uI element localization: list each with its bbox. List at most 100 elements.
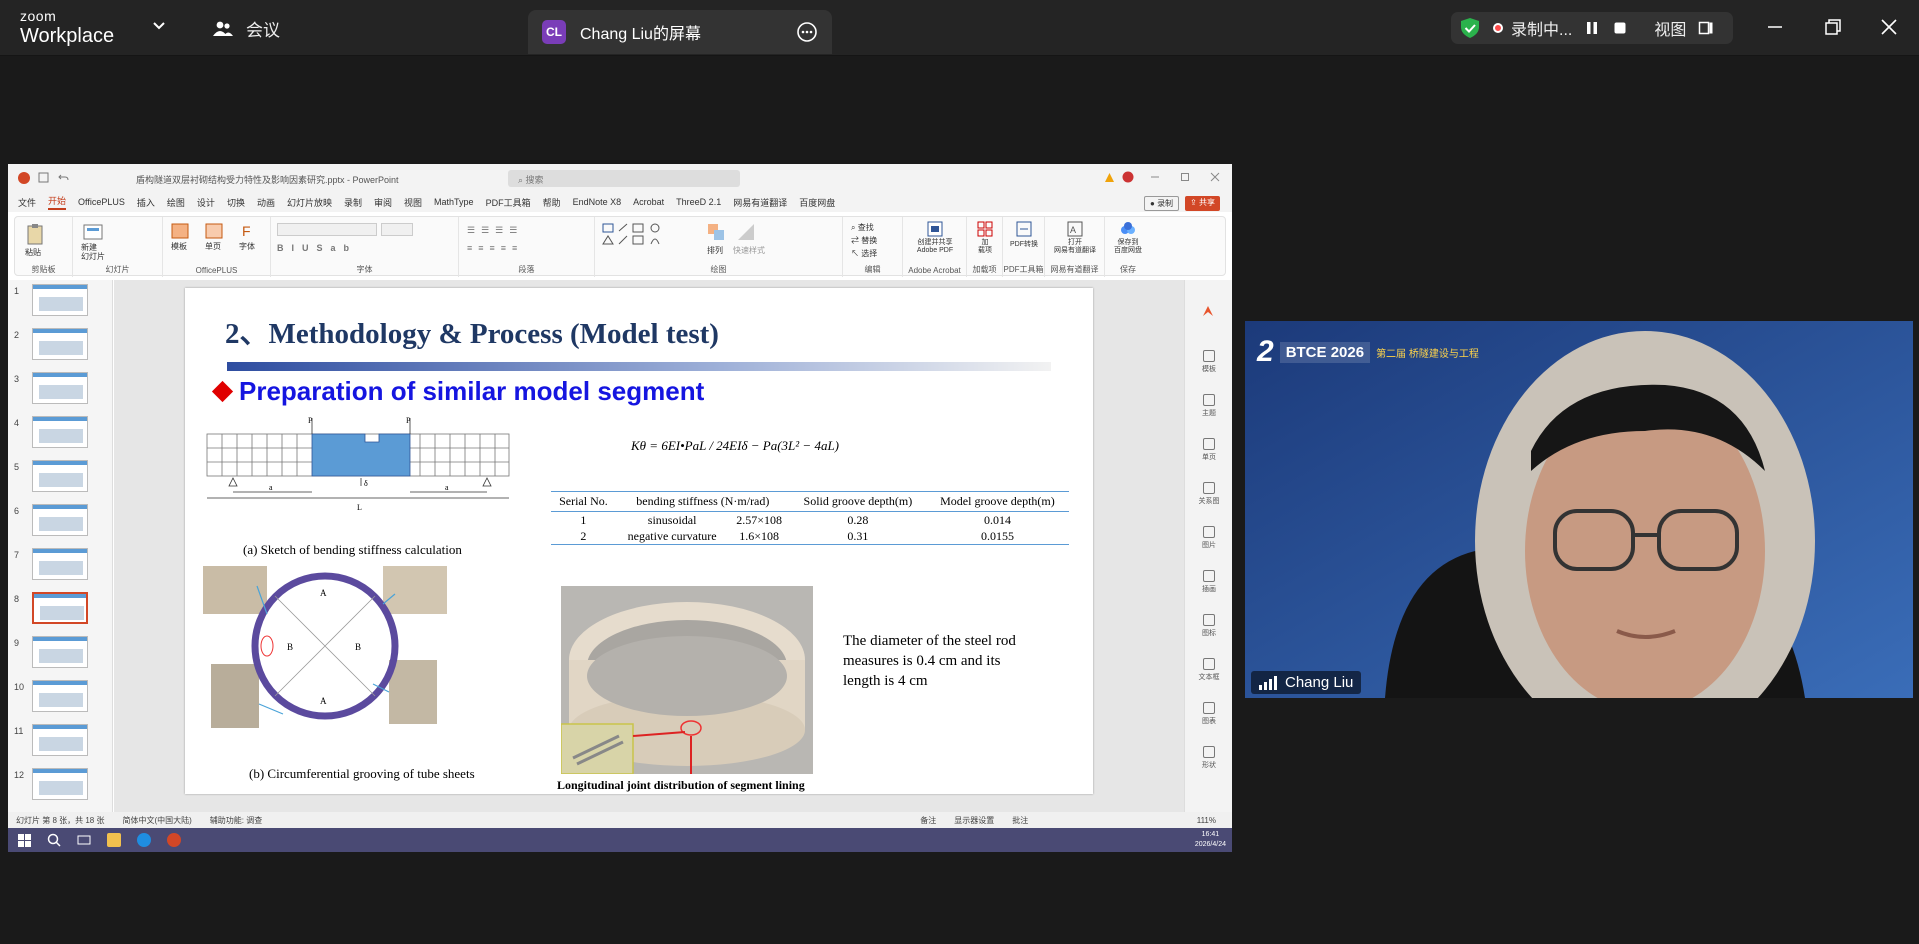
slide-thumbnail[interactable] — [32, 372, 88, 404]
slide-thumbnail[interactable] — [32, 636, 88, 668]
shapes-gallery-icon[interactable] — [601, 222, 697, 256]
side-pane-item[interactable]: 图表 — [1197, 702, 1221, 726]
undo-icon[interactable] — [58, 172, 69, 183]
ribbon-tab[interactable]: PDF工具箱 — [486, 196, 531, 209]
ribbon-tab[interactable]: 切换 — [227, 196, 245, 209]
create-pdf-icon[interactable] — [926, 221, 944, 237]
side-pane-item[interactable]: 主题 — [1197, 394, 1221, 418]
share-tab[interactable]: CL Chang Liu的屏幕 — [528, 10, 832, 54]
taskbar-search-icon[interactable] — [47, 833, 61, 847]
ribbon-tab[interactable]: EndNote X8 — [573, 197, 622, 207]
pdf-convert-label[interactable]: PDF转换 — [1005, 239, 1043, 249]
font-family-select[interactable] — [277, 223, 377, 236]
notes-button[interactable]: 备注 — [920, 815, 936, 826]
pdf-convert-icon[interactable] — [1016, 221, 1032, 237]
new-slide-icon[interactable] — [83, 223, 103, 241]
new-slide-label[interactable]: 新建 幻灯片 — [81, 243, 105, 261]
record-button[interactable]: ● 录制 — [1144, 196, 1180, 211]
slide-thumbnail[interactable] — [32, 504, 88, 536]
save-baidu-label[interactable]: 保存到 百度网盘 — [1107, 239, 1149, 255]
ribbon-tab[interactable]: 录制 — [344, 196, 362, 209]
replace-button[interactable]: ⇄ 替换 — [851, 234, 877, 247]
ribbon-tab[interactable]: 审阅 — [374, 196, 392, 209]
participant-video-tile[interactable]: 2 BTCE 2026 第二届 桥隧建设与工程 Chang Liu — [1245, 321, 1913, 698]
close-icon[interactable] — [1876, 14, 1902, 40]
slide-thumbnail[interactable] — [32, 284, 88, 316]
slide-thumbnail[interactable] — [32, 416, 88, 448]
file-explorer-icon[interactable] — [107, 833, 121, 847]
powerpoint-taskbar-icon[interactable] — [167, 833, 181, 847]
zoom-workplace-logo[interactable]: zoom Workplace — [20, 9, 114, 46]
slide-thumbnail[interactable] — [32, 680, 88, 712]
current-slide[interactable]: 2、Methodology & Process (Model test) Pre… — [185, 288, 1093, 794]
single-page-icon[interactable] — [205, 223, 223, 239]
officeplus-logo-icon[interactable] — [1201, 304, 1215, 318]
ribbon-tab[interactable]: 幻灯片放映 — [287, 196, 332, 209]
edge-browser-icon[interactable] — [137, 833, 151, 847]
baidu-cloud-icon[interactable] — [1119, 221, 1137, 237]
stop-icon[interactable] — [1612, 20, 1628, 36]
task-view-icon[interactable] — [77, 833, 91, 847]
ribbon-tab[interactable]: 文件 — [18, 196, 36, 209]
windows-start-icon[interactable] — [18, 833, 31, 847]
ribbon-tab[interactable]: ThreeD 2.1 — [676, 197, 721, 207]
create-pdf-label[interactable]: 创建并共享 Adobe PDF — [907, 239, 963, 255]
taskbar-clock[interactable]: 16:41 2026/4/24 — [1195, 830, 1226, 850]
font-label[interactable]: 字体 — [239, 241, 255, 252]
select-button[interactable]: ↖ 选择 — [851, 247, 877, 260]
restore-icon[interactable] — [1820, 14, 1846, 40]
side-pane-item[interactable]: 形状 — [1197, 746, 1221, 770]
chevron-down-icon[interactable] — [152, 19, 166, 33]
quick-styles-icon[interactable] — [737, 223, 755, 241]
view-layout-icon[interactable] — [1698, 20, 1714, 36]
side-pane-item[interactable]: 图片 — [1197, 526, 1221, 550]
addins-label[interactable]: 加 载项 — [971, 239, 999, 255]
side-pane-item[interactable]: 文本框 — [1197, 658, 1221, 682]
paste-icon[interactable] — [25, 223, 45, 245]
ribbon-tab[interactable]: 帮助 — [543, 196, 561, 209]
ribbon-tab[interactable]: Acrobat — [633, 197, 664, 207]
side-pane-item[interactable]: 模板 — [1197, 350, 1221, 374]
addins-icon[interactable] — [977, 221, 993, 237]
slide-thumbnail[interactable] — [32, 724, 88, 756]
side-pane-item[interactable]: 关系图 — [1197, 482, 1221, 506]
open-youdao-label[interactable]: 打开 网易有道翻译 — [1047, 239, 1103, 255]
view-button[interactable]: 视图 — [1654, 16, 1686, 40]
slide-thumbnail[interactable] — [32, 328, 88, 360]
list-icons[interactable]: ☰☰☰☰ — [467, 225, 523, 236]
translate-icon[interactable]: A — [1067, 221, 1083, 237]
template-label[interactable]: 模板 — [171, 241, 187, 252]
template-icon[interactable] — [171, 223, 189, 239]
font-size-select[interactable] — [381, 223, 413, 236]
side-pane-item[interactable]: 插画 — [1197, 570, 1221, 594]
ribbon-tab[interactable]: 设计 — [197, 196, 215, 209]
font-style-icon[interactable]: F — [239, 223, 257, 239]
slide-thumbnail[interactable] — [32, 460, 88, 492]
more-options-icon[interactable] — [796, 21, 818, 43]
paste-label[interactable]: 粘贴 — [25, 247, 41, 258]
arrange-icon[interactable] — [707, 223, 725, 241]
slide-thumbnail[interactable] — [32, 548, 88, 580]
single-page-label[interactable]: 单页 — [205, 241, 221, 252]
ribbon-tab[interactable]: 百度网盘 — [799, 196, 835, 209]
slide-thumbnail[interactable] — [32, 768, 88, 800]
pause-icon[interactable] — [1584, 20, 1600, 36]
ribbon-tab[interactable]: 网易有道翻译 — [733, 196, 787, 209]
ribbon-tab[interactable]: OfficePLUS — [78, 197, 125, 207]
save-icon[interactable] — [38, 172, 49, 183]
align-icons[interactable]: ≡≡≡≡≡ — [467, 243, 523, 253]
accessibility[interactable]: 辅助功能: 调查 — [210, 815, 262, 826]
minimize-icon[interactable] — [1762, 14, 1788, 40]
meeting-menu[interactable]: 会议 — [212, 16, 280, 41]
shield-check-icon[interactable] — [1459, 17, 1481, 39]
side-pane-item[interactable]: 单页 — [1197, 438, 1221, 462]
display-settings-button[interactable]: 显示器设置 — [954, 815, 994, 826]
pp-minimize-icon[interactable] — [1150, 172, 1160, 182]
pp-restore-icon[interactable] — [1180, 172, 1190, 182]
share-button[interactable]: ⇪ 共享 — [1185, 196, 1220, 211]
find-button[interactable]: ⌕ 查找 — [851, 221, 877, 234]
account-icon[interactable] — [1122, 171, 1134, 183]
quick-styles-label[interactable]: 快速样式 — [733, 245, 765, 256]
ribbon-tab[interactable]: MathType — [434, 197, 474, 207]
language[interactable]: 简体中文(中国大陆) — [122, 815, 191, 826]
